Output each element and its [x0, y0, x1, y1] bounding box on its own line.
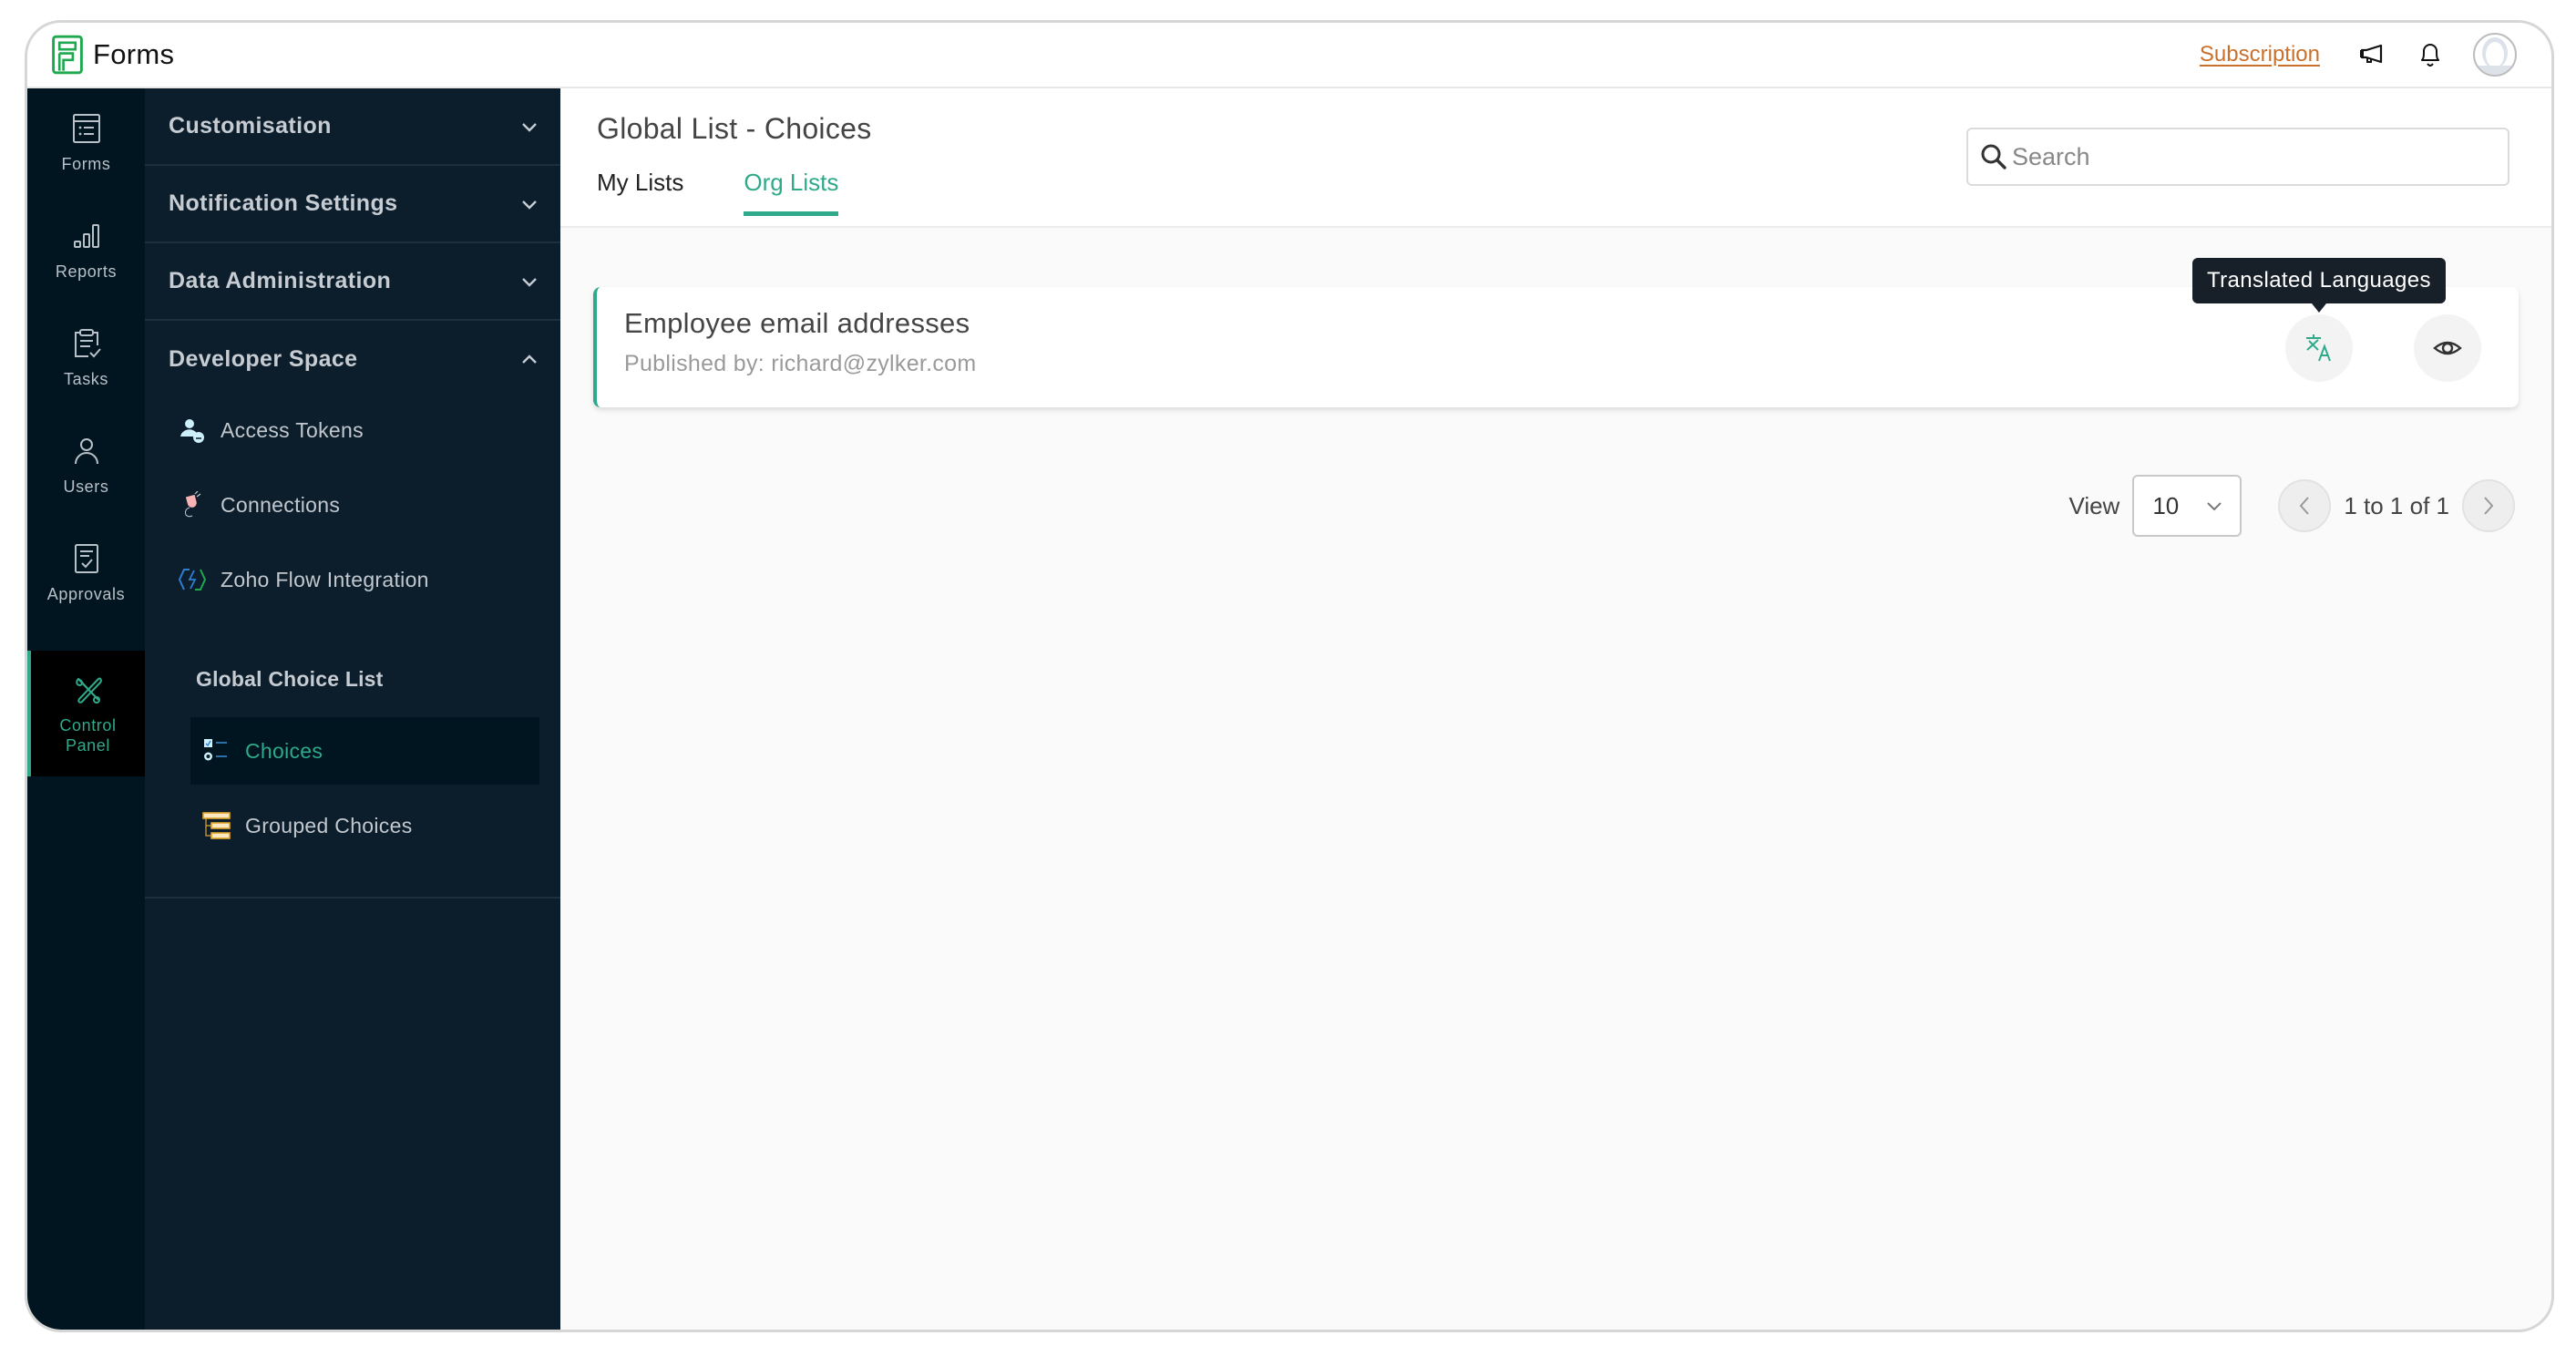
subnav-item-label: Connections: [221, 492, 341, 517]
eye-icon: [2433, 341, 2462, 355]
subnav-item-label: Zoho Flow Integration: [221, 567, 429, 591]
subnav-section-customisation[interactable]: Customisation: [145, 88, 560, 166]
chevron-down-icon: [522, 277, 537, 287]
rail-label-line1: Control: [59, 716, 117, 734]
view-label: View: [2068, 491, 2120, 519]
subnav-divider: [145, 897, 560, 899]
list-title: Employee email addresses: [624, 307, 970, 339]
choices-list-icon: [201, 735, 232, 766]
search-box[interactable]: [1966, 128, 2509, 186]
tab-my-lists[interactable]: My Lists: [597, 169, 683, 213]
translate-icon: [2306, 334, 2331, 362]
subnav-item-access-tokens[interactable]: Access Tokens: [145, 398, 560, 462]
avatar[interactable]: [2473, 33, 2517, 77]
rail-label: Approvals: [46, 585, 126, 603]
section-label: Customisation: [169, 113, 332, 139]
subnav-item-grouped-choices[interactable]: Grouped Choices: [190, 792, 539, 859]
chevron-down-icon: [2207, 502, 2222, 511]
app-window: Forms Subscription Forms Reports Tasks U…: [25, 20, 2554, 1332]
group-title: Global Choice List: [196, 667, 384, 691]
chevron-right-icon: [2484, 497, 2494, 515]
page-size-select[interactable]: 10: [2132, 475, 2242, 537]
list-card[interactable]: Employee email addresses Published by: r…: [593, 287, 2519, 407]
chevron-up-icon: [522, 354, 537, 364]
section-label: Developer Space: [169, 346, 358, 372]
chevron-left-icon: [2300, 497, 2310, 515]
main-header: Global List - Choices My Lists Org Lists: [560, 88, 2551, 228]
rail-item-control-panel[interactable]: Control Panel: [27, 651, 145, 776]
clipboard-check-icon: [74, 329, 101, 358]
top-header: Forms Subscription: [27, 23, 2551, 88]
subnav-item-choices[interactable]: Choices: [190, 717, 539, 785]
rail-label-line2: Panel: [65, 736, 111, 755]
rail-item-tasks[interactable]: Tasks: [27, 303, 145, 411]
subnav-section-developer-space[interactable]: Developer Space: [145, 321, 560, 398]
left-rail: Forms Reports Tasks Users Approvals Cont…: [27, 88, 145, 1330]
preview-button[interactable]: [2414, 314, 2481, 382]
list-tabs: My Lists Org Lists: [597, 169, 898, 216]
tools-icon: [75, 677, 102, 704]
grouped-list-icon: [201, 810, 232, 841]
page-size-value: 10: [2152, 491, 2180, 519]
subnav-item-label: Access Tokens: [221, 417, 364, 442]
app-name: Forms: [93, 38, 175, 70]
chevron-down-icon: [522, 200, 537, 210]
page-title: Global List - Choices: [597, 112, 872, 145]
subnav-section-data-administration[interactable]: Data Administration: [145, 243, 560, 321]
subnav-item-label: Grouped Choices: [245, 813, 413, 837]
subnav-item-zoho-flow-integration[interactable]: Zoho Flow Integration: [145, 548, 560, 611]
rail-item-approvals[interactable]: Approvals: [27, 519, 145, 626]
tooltip-translated-languages: Translated Languages: [2192, 258, 2446, 313]
translated-languages-button[interactable]: [2285, 314, 2353, 382]
subnav-item-label: Choices: [245, 738, 323, 763]
rail-label: Reports: [55, 262, 118, 281]
pagination: View 10 1 to 1 of 1: [2068, 475, 2515, 537]
subscription-link[interactable]: Subscription: [2200, 42, 2320, 67]
subnav-item-connections[interactable]: Connections: [145, 473, 560, 537]
tab-org-lists[interactable]: Org Lists: [744, 169, 839, 216]
flow-icon: [178, 565, 207, 594]
rail-label: Tasks: [63, 370, 108, 388]
search-input[interactable]: [2012, 142, 2486, 171]
approval-doc-icon: [74, 544, 98, 573]
app-logo[interactable]: Forms: [51, 35, 174, 75]
search-icon: [1981, 144, 2006, 170]
section-label: Data Administration: [169, 268, 392, 293]
subnav-section-notification-settings[interactable]: Notification Settings: [145, 166, 560, 243]
forms-logo-icon: [52, 35, 83, 75]
main-content: Global List - Choices My Lists Org Lists…: [560, 88, 2551, 1330]
control-panel-subnav: Customisation Notification Settings Data…: [145, 88, 560, 1330]
user-icon: [74, 438, 98, 465]
rail-label: Users: [63, 478, 109, 496]
avatar-icon: [2479, 37, 2511, 75]
rail-item-reports[interactable]: Reports: [27, 196, 145, 303]
prev-page-button[interactable]: [2278, 479, 2332, 532]
user-token-icon: [178, 416, 207, 445]
next-page-button[interactable]: [2462, 479, 2515, 532]
bar-chart-icon: [73, 224, 99, 248]
section-label: Notification Settings: [169, 190, 398, 216]
chevron-down-icon: [522, 122, 537, 132]
list-published-by: Published by: richard@zylker.com: [624, 351, 977, 376]
rail-item-forms[interactable]: Forms: [27, 88, 145, 196]
plug-icon: [178, 490, 207, 519]
page-range: 1 to 1 of 1: [2344, 491, 2449, 519]
megaphone-icon[interactable]: [2356, 39, 2387, 70]
rail-item-users[interactable]: Users: [27, 411, 145, 519]
bell-icon[interactable]: [2415, 39, 2446, 70]
rail-label: Forms: [61, 155, 111, 173]
forms-icon: [72, 114, 100, 143]
